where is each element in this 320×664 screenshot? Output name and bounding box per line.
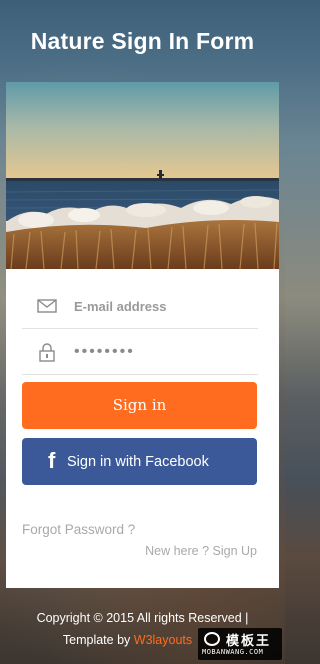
login-card: Sign in f Sign in with Facebook Forgot P… [6, 82, 279, 588]
copyright-text: Copyright © 2015 All rights Reserved | [36, 611, 249, 625]
lock-icon [39, 343, 55, 362]
watermark-logo-icon [204, 632, 220, 646]
email-field [22, 283, 258, 329]
facebook-sign-in-label: Sign in with Facebook [67, 454, 209, 470]
password-field [22, 329, 258, 375]
author-link[interactable]: W3layouts [134, 633, 192, 647]
lake-sunset-illustration [6, 82, 279, 269]
sign-up-link[interactable]: Sign Up [213, 544, 257, 558]
new-here-text: New here ? [145, 544, 210, 558]
page-title: Nature Sign In Form [30, 28, 255, 54]
watermark-sub-text: MOBANWANG.COM [202, 648, 264, 656]
new-here-row: New here ? Sign Up [145, 544, 257, 558]
envelope-icon [37, 299, 57, 313]
template-by-text: Template by [62, 633, 131, 647]
hero-image [6, 82, 279, 269]
watermark-main-text: 模板王 [226, 634, 272, 649]
sign-in-button[interactable]: Sign in [22, 382, 257, 429]
forgot-password-link[interactable]: Forgot Password ? [22, 522, 135, 537]
email-input[interactable] [74, 293, 254, 319]
site-watermark: 模板王 MOBANWANG.COM [198, 628, 282, 660]
password-input[interactable] [74, 339, 254, 365]
facebook-sign-in-button[interactable]: f Sign in with Facebook [22, 438, 257, 485]
facebook-icon: f [48, 448, 56, 473]
